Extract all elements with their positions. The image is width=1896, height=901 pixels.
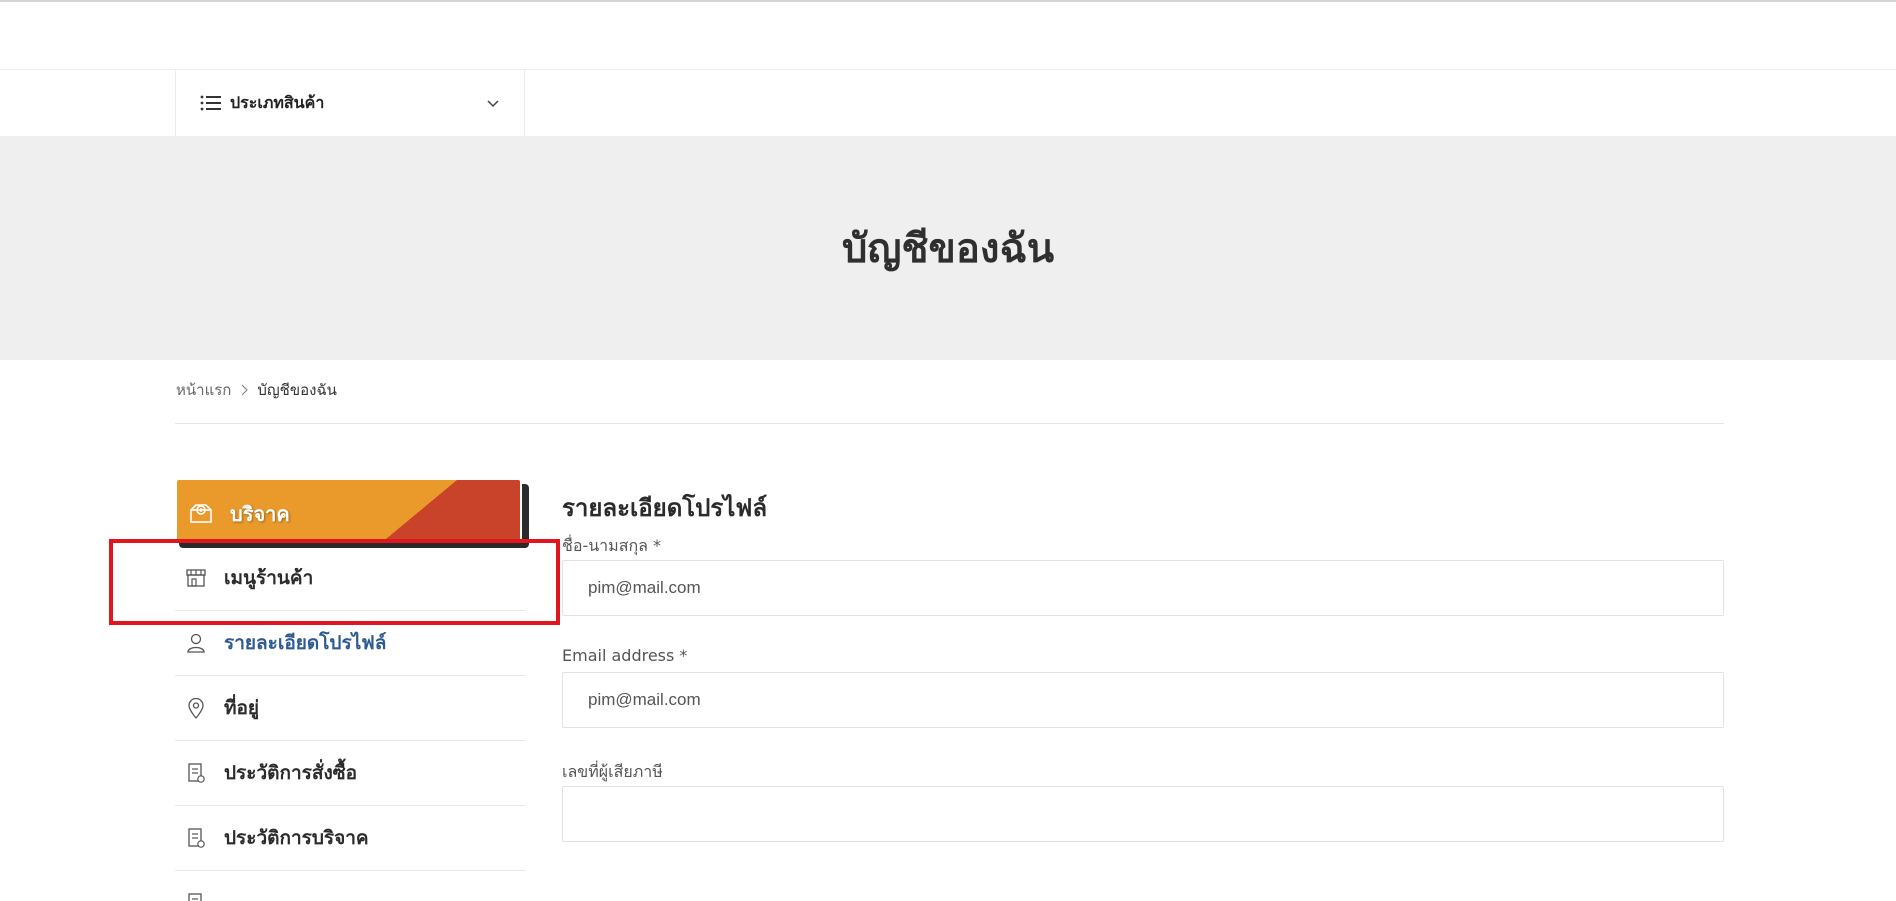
fullname-field[interactable]	[562, 560, 1724, 616]
store-icon	[186, 569, 206, 587]
fullname-label: ชื่อ-นามสกุล *	[562, 536, 662, 555]
sidebar-item-address[interactable]: ที่อยู่	[175, 676, 525, 741]
receipt-icon	[188, 893, 202, 901]
breadcrumb-home-link[interactable]: หน้าแรก	[176, 378, 231, 402]
user-icon	[187, 633, 205, 653]
section-heading: รายละเอียดโปรไฟล์	[562, 494, 768, 522]
sidebar-item-label: ที่อยู่	[224, 697, 260, 719]
list-icon	[200, 95, 221, 111]
category-bar: ประเภทสินค้า	[0, 70, 1896, 136]
chevron-down-icon	[487, 100, 499, 108]
sidebar-item-label: ประวัติการสั่งซื้อ	[224, 762, 358, 784]
donate-button-stripe	[380, 480, 520, 540]
sidebar-item-order-history[interactable]: ประวัติการสั่งซื้อ	[175, 741, 525, 806]
receipt-icon	[188, 763, 205, 783]
top-bar	[0, 0, 1896, 70]
receipt-icon	[188, 828, 205, 848]
divider	[175, 423, 1724, 424]
sidebar-item-donation-history[interactable]: ประวัติการบริจาค	[175, 806, 525, 871]
chevron-right-icon	[241, 384, 249, 396]
tax-id-label: เลขที่ผู้เสียภาษี	[562, 762, 663, 781]
category-label: ประเภทสินค้า	[230, 92, 325, 112]
sidebar-item-label: รายละเอียดโปรไฟล์	[224, 632, 387, 654]
donate-box-icon	[190, 504, 212, 523]
tax-id-field[interactable]	[562, 786, 1724, 842]
sidebar-item-profile[interactable]: รายละเอียดโปรไฟล์	[175, 611, 525, 676]
sidebar-item-label: เมนูร้านค้า	[224, 567, 314, 589]
category-dropdown[interactable]: ประเภทสินค้า	[175, 70, 525, 136]
map-pin-icon	[188, 697, 204, 719]
sidebar-item-more[interactable]	[175, 871, 525, 901]
donate-button[interactable]: บริจาค	[175, 478, 529, 548]
sidebar-item-store-menu[interactable]: เมนูร้านค้า	[175, 546, 525, 611]
donate-label: บริจาค	[230, 502, 290, 526]
breadcrumb-current: บัญชีของฉัน	[257, 381, 337, 399]
donate-button-face: บริจาค	[175, 478, 522, 542]
profile-details-section: รายละเอียดโปรไฟล์ ชื่อ-นามสกุล * Email a…	[562, 478, 1724, 842]
sidebar-item-label: ประวัติการบริจาค	[224, 827, 369, 849]
account-sidebar: บริจาค เมนูร้านค้า รายละเอียดโปรไฟล์ ที่…	[175, 478, 529, 901]
page-hero: บัญชีของฉัน	[0, 136, 1896, 360]
page-title: บัญชีของฉัน	[841, 226, 1055, 272]
breadcrumb: หน้าแรก บัญชีของฉัน	[176, 378, 337, 402]
email-label: Email address *	[562, 646, 688, 665]
email-field[interactable]	[562, 672, 1724, 728]
